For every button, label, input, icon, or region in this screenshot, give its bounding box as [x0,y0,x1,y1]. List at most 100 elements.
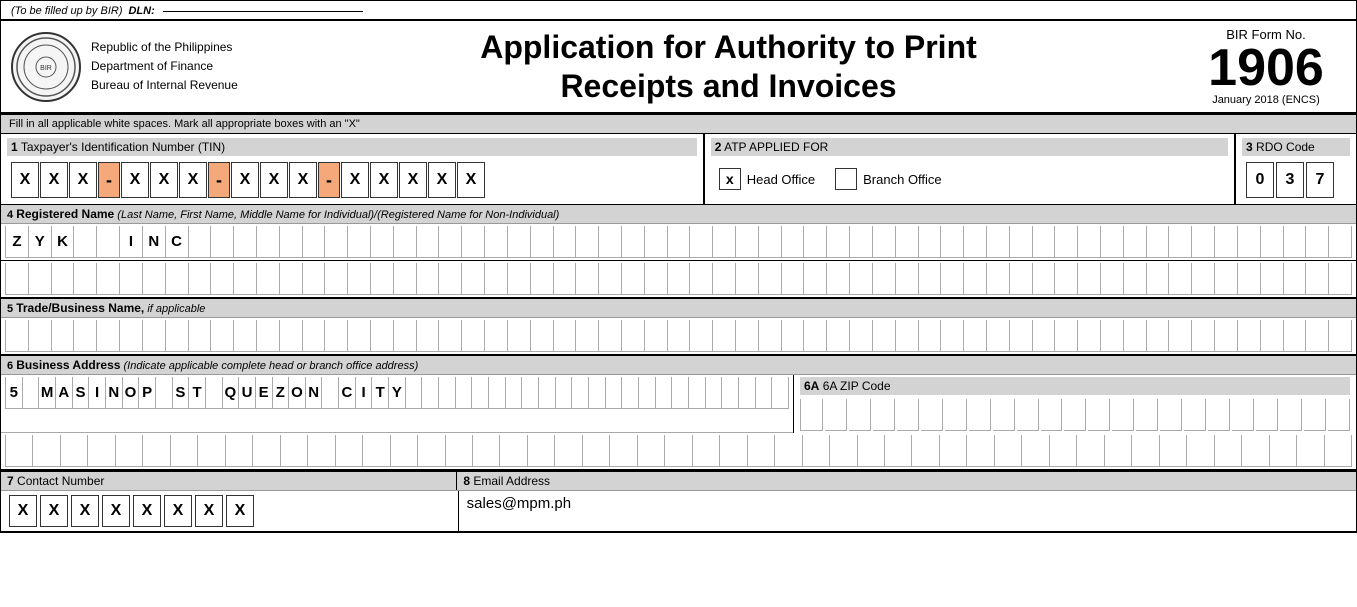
char-box[interactable] [576,263,599,295]
char-box[interactable] [1284,320,1307,352]
char-box[interactable] [189,263,212,295]
char-box[interactable] [325,320,348,352]
char-box[interactable] [1050,435,1077,467]
char-box[interactable] [371,226,394,258]
char-box[interactable] [280,226,303,258]
char-box[interactable] [280,263,303,295]
char-box[interactable] [645,226,668,258]
char-box[interactable] [5,435,33,467]
char-box[interactable] [1325,435,1352,467]
char-box[interactable] [325,226,348,258]
char-box[interactable] [97,320,120,352]
tin-box-4-2[interactable]: X [370,162,398,198]
char-box[interactable] [1147,320,1170,352]
char-box[interactable] [690,320,713,352]
char-box[interactable] [713,320,736,352]
char-box[interactable] [1215,320,1238,352]
char-box[interactable] [622,320,645,352]
char-box[interactable] [1017,399,1039,431]
char-box[interactable] [800,399,823,431]
char-box[interactable] [1261,226,1284,258]
head-office-checkbox[interactable]: x [719,168,741,190]
char-box[interactable] [919,320,942,352]
char-box[interactable] [554,320,577,352]
char-box[interactable] [1124,320,1147,352]
char-box[interactable] [257,263,280,295]
char-box[interactable] [171,435,198,467]
char-box[interactable] [803,435,830,467]
char-box[interactable] [462,263,485,295]
char-box[interactable] [143,263,166,295]
char-box[interactable] [508,320,531,352]
char-box[interactable] [156,377,173,409]
char-box[interactable] [143,320,166,352]
char-box[interactable] [964,263,987,295]
tin-box-4-5[interactable]: X [457,162,485,198]
tin-box-3-1[interactable]: X [231,162,259,198]
char-box[interactable] [206,377,223,409]
tin-box-2-2[interactable]: X [150,162,178,198]
char-box[interactable] [1160,435,1187,467]
contact-char-box[interactable]: X [133,495,161,527]
char-box[interactable] [485,320,508,352]
char-box[interactable] [1261,263,1284,295]
char-box[interactable] [74,263,97,295]
char-box[interactable] [897,399,919,431]
char-box[interactable] [61,435,88,467]
char-box[interactable] [775,435,802,467]
char-box[interactable] [234,263,257,295]
char-box[interactable] [995,435,1022,467]
char-box[interactable] [1033,226,1056,258]
char-box[interactable] [371,263,394,295]
char-box[interactable] [668,320,691,352]
char-box[interactable] [690,226,713,258]
char-box[interactable] [281,435,308,467]
char-box[interactable] [576,320,599,352]
char-box[interactable] [896,263,919,295]
char-box[interactable] [531,320,554,352]
char-box[interactable] [850,226,873,258]
char-box[interactable] [1010,320,1033,352]
char-box[interactable] [941,263,964,295]
char-box[interactable] [554,226,577,258]
char-box[interactable] [921,399,943,431]
char-box[interactable] [622,226,645,258]
char-box[interactable] [576,226,599,258]
tin-box-1-2[interactable]: X [40,162,68,198]
char-box[interactable] [506,377,523,409]
char-box[interactable] [97,263,120,295]
char-box[interactable] [672,377,689,409]
char-box[interactable]: N [306,377,323,409]
char-box[interactable] [116,435,143,467]
char-box[interactable] [52,263,75,295]
char-box[interactable]: I [356,377,373,409]
char-box[interactable] [1112,399,1134,431]
char-box[interactable]: N [106,377,123,409]
char-box[interactable]: P [139,377,156,409]
char-box[interactable] [528,435,555,467]
contact-char-box[interactable]: X [40,495,68,527]
char-box[interactable] [668,226,691,258]
char-box[interactable] [896,320,919,352]
char-box[interactable] [665,435,692,467]
char-box[interactable] [759,226,782,258]
char-box[interactable] [1192,226,1215,258]
char-box[interactable] [858,435,885,467]
char-box[interactable] [1238,320,1261,352]
char-box[interactable] [303,320,326,352]
char-box[interactable] [873,226,896,258]
char-box[interactable] [1187,435,1214,467]
char-box[interactable] [1078,226,1101,258]
char-box[interactable] [1078,320,1101,352]
char-box[interactable] [29,263,52,295]
char-box[interactable] [849,399,871,431]
char-box[interactable] [1101,320,1124,352]
char-box[interactable]: K [52,226,75,258]
char-box[interactable] [394,226,417,258]
char-box[interactable] [1238,263,1261,295]
char-box[interactable] [166,320,189,352]
char-box[interactable] [418,435,445,467]
char-box[interactable] [253,435,280,467]
char-box[interactable] [583,435,610,467]
char-box[interactable] [804,320,827,352]
